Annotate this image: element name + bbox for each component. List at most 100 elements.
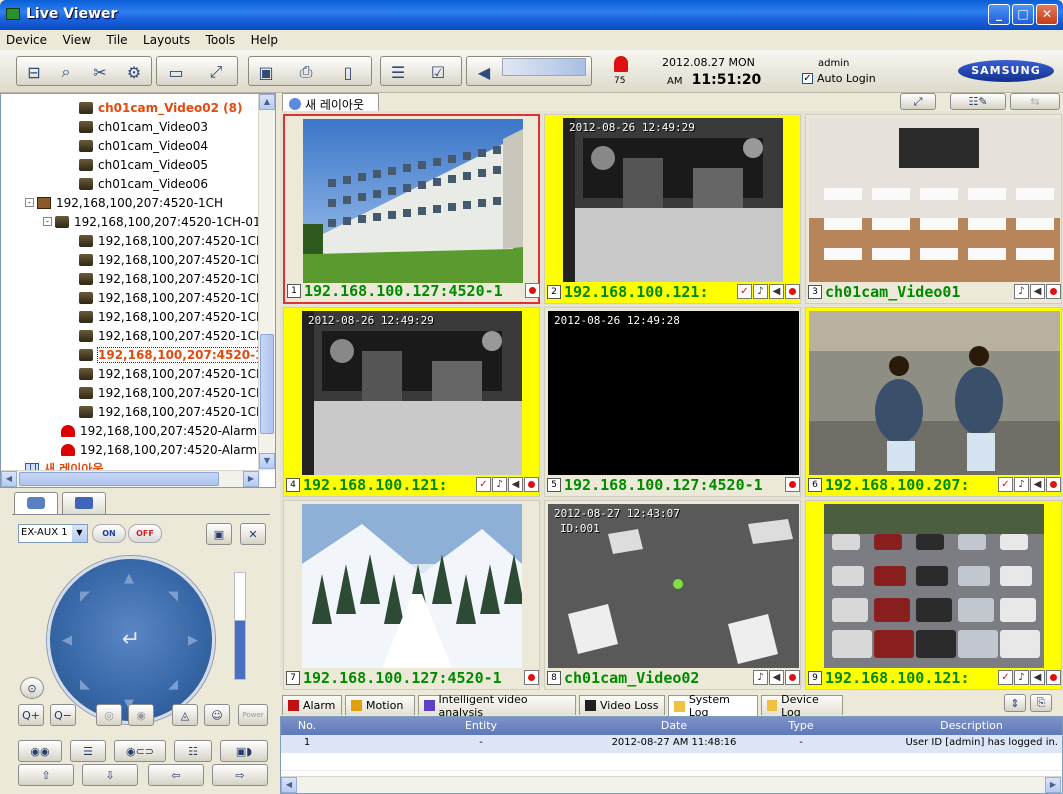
preset-monitor-button[interactable]: ▣ [206, 523, 232, 545]
focus-far-button[interactable]: ◉ [128, 704, 154, 726]
record-icon[interactable] [524, 477, 539, 492]
menu-view[interactable]: View [57, 30, 97, 47]
tree-item[interactable]: 192,168,100,207:4520-1CH-( [79, 250, 274, 269]
video-feed[interactable]: 2012-08-26 12:49:29 [563, 118, 783, 282]
fullscreen-icon[interactable]: ⤢ [203, 60, 229, 84]
record-icon[interactable] [1046, 477, 1061, 492]
tilt-up-button[interactable]: ⇧ [18, 764, 74, 786]
search-view-icon[interactable]: ⌕ [53, 60, 79, 84]
close-button[interactable]: ✕ [1036, 4, 1058, 25]
microphone-icon[interactable]: ♪ [1014, 284, 1029, 299]
table-row[interactable]: 1 - 2012-08-27 AM 11:48:16 - User ID [ad… [281, 735, 1062, 753]
pan-left-button[interactable]: ⇦ [148, 764, 204, 786]
microphone-icon[interactable]: ♪ [492, 477, 507, 492]
arrow-up-icon[interactable]: ▲ [124, 571, 134, 586]
check-icon[interactable]: ✓ [998, 477, 1013, 492]
video-cell[interactable]: 2012-08-26 12:49:29 4 192.168.100.121: ✓ ♪ ◀ [283, 307, 540, 497]
iris-button[interactable]: ◬ [172, 704, 198, 726]
tab-log-1[interactable]: Motion [345, 695, 415, 715]
arrow-left-icon[interactable]: ◀ [62, 633, 72, 648]
menu-tile[interactable]: Tile [101, 30, 134, 47]
focus-near-button[interactable]: ◎ [96, 704, 122, 726]
zoom-in-button[interactable]: Q+ [18, 704, 44, 726]
scroll-left-icon[interactable]: ◀ [1, 471, 17, 487]
ptz-joystick[interactable]: ▲ ▼ ◀ ▶ ◤ ◥ ◣ ◢ ↵ [47, 556, 215, 724]
scroll-right-icon[interactable]: ▶ [243, 471, 259, 487]
speaker-icon[interactable]: ◀ [769, 284, 784, 299]
auto-login-checkbox[interactable]: ✓ [802, 73, 813, 84]
aux-on-button[interactable]: ON [92, 524, 126, 543]
tab-log-0[interactable]: Alarm [282, 695, 342, 715]
video-feed[interactable] [824, 504, 1044, 668]
camera-view-button[interactable]: ◉◉ [18, 740, 62, 762]
speaker-icon[interactable]: ◀ [1030, 477, 1045, 492]
minimize-button[interactable]: _ [988, 4, 1010, 25]
tab-log-4[interactable]: System Log [668, 693, 758, 719]
person-button[interactable]: ☺ [204, 704, 230, 726]
arrow-up-left-icon[interactable]: ◤ [80, 589, 90, 604]
record-icon[interactable] [785, 284, 800, 299]
tree-item[interactable]: 192,168,100,207:4520-1CH-( [79, 307, 274, 326]
scroll-right-icon[interactable]: ▶ [1045, 777, 1061, 793]
tree-vertical-scrollbar[interactable]: ▲ ▼ [258, 94, 275, 471]
preset-list-button[interactable]: ☰ [70, 740, 106, 762]
zoom-out-button[interactable]: Q− [50, 704, 76, 726]
arrow-down-right-icon[interactable]: ◢ [168, 677, 178, 692]
tree-item[interactable]: - 192,168,100,207:4520-1CH-01 [43, 212, 261, 231]
menu-help[interactable]: Help [245, 30, 284, 47]
record-icon[interactable] [1046, 670, 1061, 685]
microphone-icon[interactable]: ♪ [753, 284, 768, 299]
pan-right-button[interactable]: ⇨ [212, 764, 268, 786]
tree-item[interactable]: 192,168,100,207:4520-1CH-( [79, 231, 274, 250]
camera-snapshot-icon[interactable]: ▣ [253, 60, 279, 84]
ptz-close-button[interactable]: ✕ [240, 523, 266, 545]
tree-scroll-thumb[interactable] [260, 334, 274, 434]
trash-icon[interactable]: ▯ [335, 60, 361, 84]
tools-icon[interactable]: ✂ [87, 60, 113, 84]
tab-ptz-camera[interactable] [14, 492, 58, 514]
video-cell[interactable]: 2012-08-27 12:43:07 ID:001 8 ch01cam_Video0… [544, 500, 801, 690]
tree-item[interactable]: 192,168,100,207:4520-Alarm Ou [61, 440, 275, 459]
tab-log-5[interactable]: Device Log [761, 693, 843, 719]
microphone-icon[interactable]: ♪ [753, 670, 768, 685]
record-icon[interactable] [785, 670, 800, 685]
maximize-button[interactable]: □ [1012, 4, 1034, 25]
check-icon[interactable]: ✓ [476, 477, 491, 492]
checklist-icon[interactable]: ☑ [425, 60, 451, 84]
tree-item[interactable]: ch01cam_Video02 (8) [79, 98, 242, 117]
log-sort-icon[interactable]: ⇕ [1004, 694, 1026, 712]
tree-item[interactable]: 192,168,100,207:4520-1CH-( [79, 288, 274, 307]
list-icon[interactable]: ☰ [385, 60, 411, 84]
speaker-icon[interactable]: ◀ [1030, 670, 1045, 685]
video-feed[interactable] [809, 311, 1060, 475]
tree-item[interactable]: 192,168,100,207:4520-1CH-( [79, 383, 274, 402]
tree-item[interactable]: 192,168,100,207:4520-1( [79, 345, 270, 364]
zoom-reset-icon[interactable]: ⊙ [20, 677, 44, 699]
tab-layout[interactable]: 새 레이아웃 [282, 93, 379, 112]
video-cell[interactable]: 9 192.168.100.121: ✓ ♪ ◀ [805, 500, 1062, 690]
tree-collapse-icon[interactable]: - [25, 198, 34, 207]
video-feed[interactable] [303, 119, 523, 283]
record-icon[interactable] [524, 670, 539, 685]
device-list-icon[interactable]: ⊟ [21, 60, 47, 84]
scroll-up-icon[interactable]: ▲ [259, 94, 275, 110]
arrow-right-icon[interactable]: ▶ [188, 633, 198, 648]
fullscreen-icon[interactable]: ⤢ [900, 93, 936, 110]
tree-item[interactable]: 192,168,100,207:4520-1CH-( [79, 326, 274, 345]
video-cell[interactable]: 2012-08-26 12:49:29 2 192.168.100.121: ✓ ♪ ◀ [544, 114, 801, 304]
video-cell[interactable]: 1 192.168.100.127:4520-1 [283, 114, 540, 304]
tree-item[interactable]: 192,168,100,207:4520-1CH-( [79, 269, 274, 288]
menu-tools[interactable]: Tools [200, 30, 242, 47]
aux-off-button[interactable]: OFF [128, 524, 162, 543]
video-feed[interactable] [809, 118, 1060, 282]
tree-item[interactable]: ch01cam_Video04 [79, 136, 208, 155]
speaker-icon[interactable]: ◀ [508, 477, 523, 492]
check-icon[interactable]: ✓ [998, 670, 1013, 685]
tree-item[interactable]: - 192,168,100,207:4520-1CH [25, 193, 223, 212]
tree-hscroll-thumb[interactable] [19, 472, 219, 486]
video-cell[interactable]: 2012-08-26 12:49:28 5 192.168.100.127:4520… [544, 307, 801, 497]
monitor-icon[interactable]: ▭ [163, 60, 189, 84]
power-button[interactable]: Power [238, 704, 268, 726]
scroll-left-icon[interactable]: ◀ [281, 777, 297, 793]
video-feed[interactable] [302, 504, 522, 668]
